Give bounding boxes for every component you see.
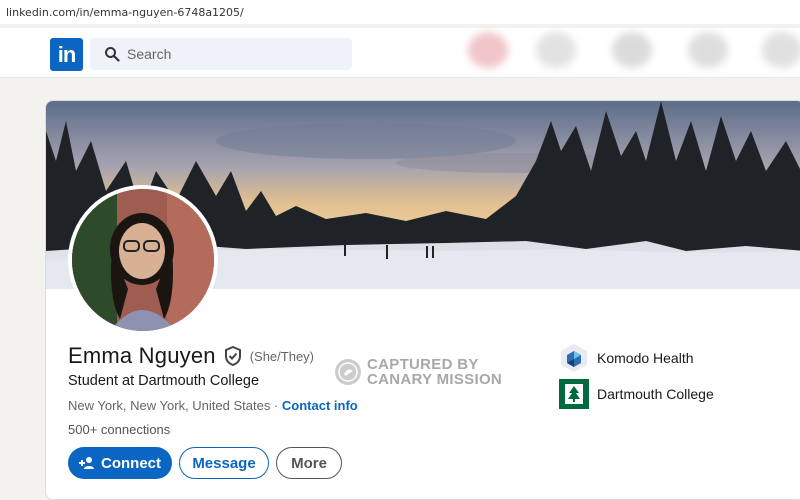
nav-item-blurred[interactable]: [536, 32, 576, 68]
connect-button[interactable]: Connect: [68, 447, 172, 479]
profile-headline: Student at Dartmouth College: [68, 373, 260, 389]
top-navbar: in Search: [0, 28, 800, 78]
search-input[interactable]: Search: [127, 46, 171, 62]
location-row: New York, New York, United States · Cont…: [68, 398, 358, 413]
linkedin-logo[interactable]: in: [50, 38, 83, 71]
more-button[interactable]: More: [276, 447, 342, 479]
search-bar[interactable]: Search: [90, 38, 352, 70]
profile-photo[interactable]: [68, 185, 218, 335]
profile-card: Emma Nguyen (She/They) Student at Dartmo…: [45, 100, 800, 500]
experience-company[interactable]: Komodo Health: [559, 343, 694, 373]
company-name: Komodo Health: [597, 350, 694, 366]
connect-label: Connect: [101, 454, 161, 472]
nav-item-blurred[interactable]: [468, 32, 508, 68]
location: New York, New York, United States: [68, 398, 271, 413]
search-icon: [105, 47, 120, 62]
school-name: Dartmouth College: [597, 386, 714, 402]
nav-item-blurred[interactable]: [688, 32, 728, 68]
komodo-health-logo: [561, 344, 587, 372]
shield-check-icon[interactable]: [224, 346, 242, 366]
contact-info-link[interactable]: Contact info: [282, 398, 358, 413]
dartmouth-logo: [559, 379, 589, 409]
pronouns: (She/They): [249, 348, 315, 364]
nav-item-blurred[interactable]: [762, 32, 800, 68]
add-person-icon: [79, 457, 94, 469]
nav-item-blurred[interactable]: [612, 32, 652, 68]
watermark-line1: CAPTURED BY: [367, 356, 479, 373]
watermark-stamp: CAPTURED BY CANARY MISSION: [335, 357, 502, 387]
canary-mission-icon: [335, 359, 361, 385]
address-bar[interactable]: linkedin.com/in/emma-nguyen-6748a1205/: [0, 0, 800, 24]
education-school[interactable]: Dartmouth College: [559, 379, 714, 409]
message-button[interactable]: Message: [179, 447, 269, 479]
separator: ·: [270, 398, 282, 413]
profile-name: Emma Nguyen: [68, 343, 216, 368]
connections-count[interactable]: 500+ connections: [68, 422, 170, 437]
watermark-line2: CANARY MISSION: [367, 371, 503, 388]
